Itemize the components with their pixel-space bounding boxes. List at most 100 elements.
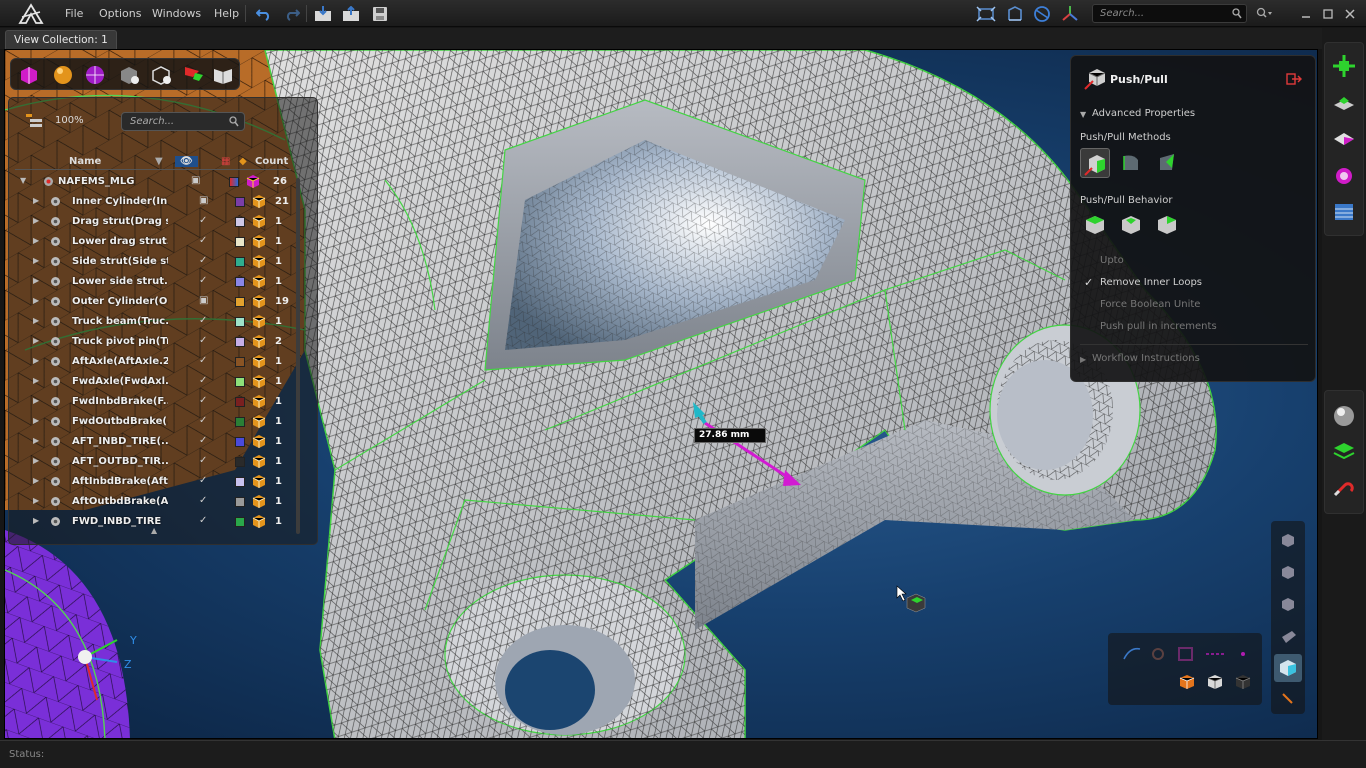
render-sphere-icon[interactable] [83,63,107,87]
visibility-toggle[interactable]: ✓ [199,515,207,526]
visibility-toggle[interactable]: ✓ [199,375,207,386]
behavior-add-button[interactable] [1080,210,1110,240]
tree-row[interactable]: ▶ FwdOutbdBrake(... ✓ 1 [23,412,293,432]
visibility-toggle[interactable]: ▣ [191,175,200,186]
color-swatch[interactable] [235,317,245,327]
material-column-icon[interactable]: ◆ [239,156,247,167]
expand-arrow-icon[interactable]: ▶ [33,496,39,505]
browser-zoom-value[interactable]: 100% [55,115,84,126]
material-icon[interactable] [252,375,266,388]
expand-arrow-icon[interactable]: ▶ [33,416,39,425]
undo-icon[interactable] [254,4,274,23]
color-swatch[interactable] [235,297,245,307]
visibility-toggle[interactable]: ✓ [199,415,207,426]
tree-row[interactable]: ▶Truck pivot pin(Tr...✓2 [23,332,293,352]
expand-arrow-icon[interactable]: ▶ [33,436,39,445]
fill-tool-button[interactable] [1330,162,1358,190]
view-tool-3-icon[interactable] [1278,595,1298,613]
expand-arrow-icon[interactable]: ▶ [33,456,39,465]
view-tool-2-icon[interactable] [1278,563,1298,581]
visibility-toggle[interactable]: ✓ [199,335,207,346]
color-swatch[interactable] [235,477,245,487]
visibility-toggle[interactable]: ✓ [199,255,207,266]
globe-icon[interactable] [1032,4,1052,23]
maximize-icon[interactable] [1318,4,1338,23]
expand-arrow-icon[interactable]: ▶ [33,216,39,225]
material-icon[interactable] [252,415,266,428]
wire-body-icon[interactable] [149,63,173,87]
browser-scrollbar[interactable] [296,178,300,534]
material-icon[interactable] [252,475,266,488]
material-icon[interactable] [252,395,266,408]
hide-body-icon[interactable] [117,63,141,87]
tree-row[interactable]: ▶ FWD_INBD_TIRE ✓ 1 [23,512,293,532]
workflow-instructions-header[interactable]: Workflow Instructions [1092,353,1200,364]
layers-tool-button[interactable] [1330,438,1358,466]
method-face-button[interactable] [1080,148,1110,178]
gear-select-icon[interactable] [1148,645,1168,663]
dimension-value-box[interactable]: 27.86 mm [694,428,766,443]
sphere-icon[interactable] [51,63,75,87]
move-tool-button[interactable] [1330,126,1358,154]
color-swatch[interactable] [235,457,245,467]
visibility-column-icon[interactable]: 👁 [175,156,198,167]
method-vertex-button[interactable] [1152,148,1182,178]
fit-view-icon[interactable] [976,4,996,23]
visibility-toggle[interactable]: ✓ [199,235,207,246]
material-tool-button[interactable] [1330,402,1358,430]
material-icon[interactable] [252,215,266,228]
menu-file[interactable]: File [65,7,83,20]
flag-icon[interactable] [181,63,205,87]
menu-windows[interactable]: Windows [152,7,201,20]
visibility-toggle[interactable]: ✓ [199,355,207,366]
view-tool-4-icon[interactable] [1278,627,1298,645]
global-search-input[interactable]: Search... [1092,4,1247,23]
expand-arrow-icon[interactable]: ▶ [33,476,39,485]
browser-search-input[interactable]: Search... [121,112,245,131]
color-swatch[interactable] [235,437,245,447]
select-tool-button[interactable] [1330,52,1358,80]
expand-arrow-icon[interactable]: ▶ [33,316,39,325]
view-orient-icon[interactable] [1005,4,1025,23]
visibility-toggle[interactable]: ▣ [199,295,208,306]
color-swatch[interactable] [235,277,245,287]
tree-row[interactable]: ▶ Lower side strut... ✓ 1 [23,272,293,292]
behavior-cut-button[interactable] [1116,210,1146,240]
edge-select-icon[interactable] [1204,645,1226,663]
expand-arrow-icon[interactable]: ▶ [33,276,39,285]
exit-tool-icon[interactable] [1286,72,1302,86]
app-logo-icon[interactable] [18,3,44,25]
checkmark-icon[interactable]: ✓ [1084,276,1093,289]
expand-arrow-icon[interactable]: ▶ [33,516,39,525]
advanced-properties-header[interactable]: Advanced Properties [1092,108,1195,119]
material-icon[interactable] [252,515,266,528]
tree-row[interactable]: ▶Side strut(Side st...✓1 [23,252,293,272]
tree-row[interactable]: ▶AftInbdBrake(Aftl...✓1 [23,472,293,492]
material-icon[interactable] [252,495,266,508]
color-swatch[interactable] [235,517,245,527]
tree-row[interactable]: ▶ FwdInbdBrake(F... ✓ 1 [23,392,293,412]
list-tool-button[interactable] [1330,198,1358,226]
option-2[interactable]: Remove Inner Loops [1100,277,1202,288]
magnet-tool-button[interactable] [1330,474,1358,502]
close-icon[interactable] [1340,4,1360,23]
tree-row[interactable]: ▶Inner Cylinder(In...▣21 [23,192,293,212]
material-icon[interactable] [246,175,260,188]
solid-orange-icon[interactable] [1178,673,1196,691]
expand-arrow-icon[interactable]: ▼ [20,176,26,185]
material-icon[interactable] [252,195,266,208]
tree-row[interactable]: ▶ FwdAxle(FwdAxl... ✓ 1 [23,372,293,392]
curve-select-icon[interactable] [1122,645,1142,663]
visibility-toggle[interactable]: ✓ [199,455,207,466]
view-tool-1-icon[interactable] [1278,531,1298,549]
save-icon[interactable] [370,4,390,23]
visibility-toggle[interactable]: ✓ [199,315,207,326]
visibility-toggle[interactable]: ✓ [199,435,207,446]
expand-arrow-icon[interactable]: ▶ [33,336,39,345]
visibility-toggle[interactable]: ✓ [199,215,207,226]
help-search-icon[interactable] [1254,4,1274,23]
material-icon[interactable] [252,315,266,328]
point-select-icon[interactable] [1234,645,1252,663]
color-column-icon[interactable]: ▦ [221,156,230,167]
color-swatch[interactable] [235,337,245,347]
